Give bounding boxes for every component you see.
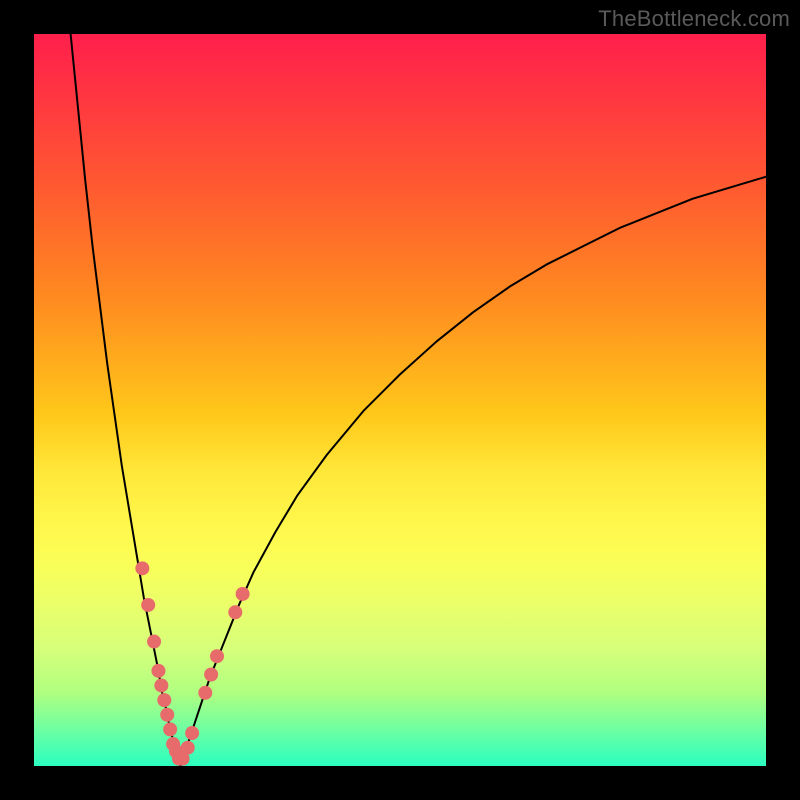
data-marker	[210, 649, 224, 663]
data-marker	[236, 587, 250, 601]
data-marker	[151, 664, 165, 678]
data-marker	[135, 561, 149, 575]
curve-layer	[34, 34, 766, 766]
watermark-label: TheBottleneck.com	[598, 6, 790, 32]
chart-frame: TheBottleneck.com	[0, 0, 800, 800]
data-marker	[160, 708, 174, 722]
data-marker	[141, 598, 155, 612]
plot-area	[34, 34, 766, 766]
data-marker	[154, 678, 168, 692]
data-marker	[147, 635, 161, 649]
data-marker	[163, 722, 177, 736]
curve-left-branch	[71, 34, 181, 766]
data-marker	[157, 693, 171, 707]
data-marker	[185, 726, 199, 740]
curve-right-branch	[180, 177, 766, 766]
data-marker	[181, 741, 195, 755]
data-marker	[204, 668, 218, 682]
data-marker	[198, 686, 212, 700]
data-marker	[228, 605, 242, 619]
